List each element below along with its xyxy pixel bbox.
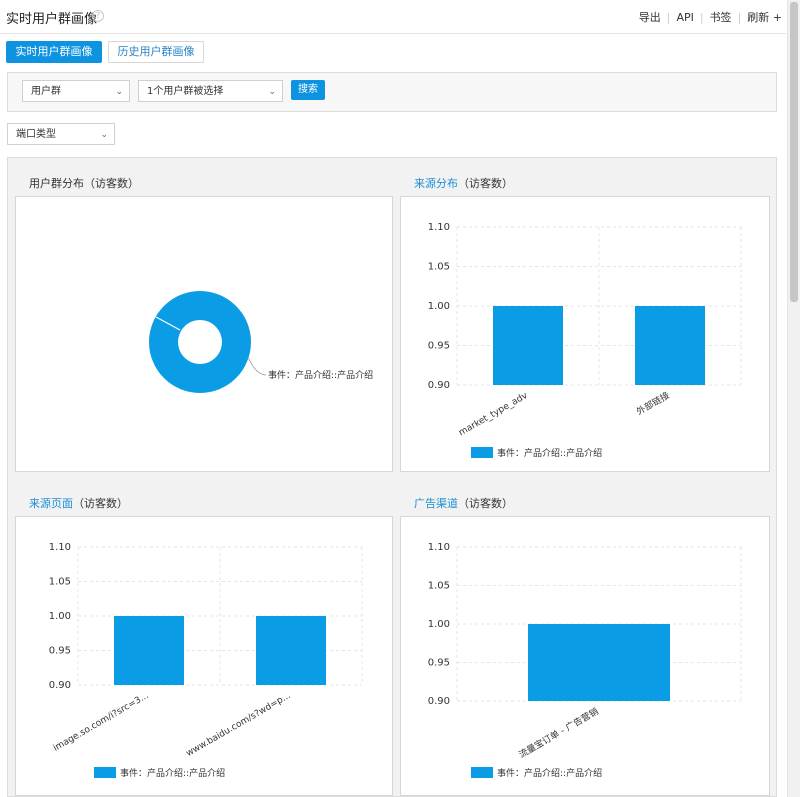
y-tick-label: 1.05 xyxy=(49,577,71,588)
distribution-title-text: 用户群分布（访客数） xyxy=(29,177,139,190)
ad-title: 广告渠道（访客数） xyxy=(414,495,513,511)
distribution-title: 用户群分布（访客数） xyxy=(29,175,139,191)
separator: | xyxy=(699,11,704,24)
x-tick-label: image.so.com/i?src=3... xyxy=(52,691,151,754)
group-select[interactable]: 用户群 ⌄ xyxy=(22,80,130,102)
y-tick-label: 1.00 xyxy=(49,611,71,622)
page-title-link[interactable]: 来源页面 xyxy=(29,497,73,510)
port-type-value: 端口类型 xyxy=(16,129,56,140)
tab-history[interactable]: 历史用户群画像 xyxy=(108,41,204,63)
y-tick-label: 1.10 xyxy=(49,542,71,553)
source-title-link[interactable]: 来源分布 xyxy=(414,177,458,190)
ad-title-rest: （访客数） xyxy=(458,497,513,510)
donut-label: 事件：产品介绍::产品介绍 xyxy=(268,369,373,381)
scrollbar[interactable] xyxy=(787,0,800,797)
search-button[interactable]: 搜索 xyxy=(291,80,325,100)
source-title-rest: （访客数） xyxy=(458,177,513,190)
source-card: 0.90 0.95 1.00 1.05 1.10 market_type_adv 外部链接事… xyxy=(400,196,770,472)
source-title: 来源分布（访客数） xyxy=(414,175,513,191)
y-tick-label: 0.95 xyxy=(428,341,450,352)
bar[interactable] xyxy=(493,306,563,385)
y-tick-label: 1.00 xyxy=(428,301,450,312)
label-leader-line xyxy=(247,356,267,376)
legend-swatch[interactable] xyxy=(94,767,116,778)
separator: | xyxy=(737,11,742,24)
ad-bar-chart: 0.90 0.95 1.00 1.05 1.10 流量宝订单 - 广告营销事件：产品介绍:… xyxy=(428,542,742,779)
refresh-link[interactable]: 刷新 xyxy=(747,11,769,24)
export-link[interactable]: 导出 xyxy=(639,11,661,24)
page-card: 0.90 0.95 1.00 1.05 1.10 image.so.com/i?src=3… xyxy=(15,516,393,796)
port-type-select[interactable]: 端口类型 ⌄ xyxy=(7,123,115,145)
help-icon[interactable]: ? xyxy=(92,10,104,22)
y-tick-label: 1.05 xyxy=(428,262,450,273)
y-tick-label: 0.90 xyxy=(49,680,71,691)
bar[interactable] xyxy=(528,624,670,701)
separator: | xyxy=(666,11,671,24)
legend-swatch[interactable] xyxy=(471,767,493,778)
legend-swatch[interactable] xyxy=(471,447,493,458)
page-bar-chart: 0.90 0.95 1.00 1.05 1.10 image.so.com/i?src=3… xyxy=(49,542,363,779)
bar[interactable] xyxy=(256,616,326,685)
bookmark-link[interactable]: 书签 xyxy=(710,11,732,24)
legend-label: 事件：产品介绍::产品介绍 xyxy=(497,447,602,459)
y-tick-label: 1.10 xyxy=(428,222,450,233)
ad-card: 0.90 0.95 1.00 1.05 1.10 流量宝订单 - 广告营销事件：产品介绍:… xyxy=(400,516,770,796)
tab-realtime[interactable]: 实时用户群画像 xyxy=(6,41,102,63)
page-title-chart: 来源页面（访客数） xyxy=(29,495,128,511)
bar[interactable] xyxy=(114,616,184,685)
page-title-rest: （访客数） xyxy=(73,497,128,510)
y-tick-label: 0.95 xyxy=(49,646,71,657)
chevron-down-icon: ⌄ xyxy=(100,130,108,140)
filter-bar: 用户群 ⌄ 1个用户群被选择 ⌄ 搜索 xyxy=(7,72,777,112)
y-tick-label: 1.05 xyxy=(428,581,450,592)
y-tick-label: 0.90 xyxy=(428,696,450,707)
donut-chart: 事件：产品介绍::产品介绍 xyxy=(149,291,373,393)
y-tick-label: 0.95 xyxy=(428,658,450,669)
y-tick-label: 0.90 xyxy=(428,380,450,391)
x-tick-label: www.baidu.com/s?wd=p... xyxy=(185,691,293,759)
charts-panel: 用户群分布（访客数） 事件：产品介绍::产品介绍 来源分布（访客数） 0.90 0… xyxy=(7,157,777,797)
x-tick-label: market_type_adv xyxy=(457,391,530,439)
selected-groups-value: 1个用户群被选择 xyxy=(147,86,224,97)
selected-groups-select[interactable]: 1个用户群被选择 ⌄ xyxy=(138,80,283,102)
source-bar-chart: 0.90 0.95 1.00 1.05 1.10 market_type_adv 外部链接事… xyxy=(428,222,742,459)
legend-label: 事件：产品介绍::产品介绍 xyxy=(120,767,225,779)
chevron-down-icon: ⌄ xyxy=(268,87,276,97)
refresh-plus-icon[interactable]: + xyxy=(773,11,782,24)
scrollbar-thumb[interactable] xyxy=(790,2,798,302)
ad-title-link[interactable]: 广告渠道 xyxy=(414,497,458,510)
chevron-down-icon: ⌄ xyxy=(115,87,123,97)
page-title: 实时用户群画像 xyxy=(6,12,98,27)
legend-label: 事件：产品介绍::产品介绍 xyxy=(497,767,602,779)
donut-ring xyxy=(149,291,251,393)
y-tick-label: 1.00 xyxy=(428,619,450,630)
x-tick-label: 流量宝订单 - 广告营销 xyxy=(517,705,601,760)
bar[interactable] xyxy=(635,306,705,385)
donut-hole xyxy=(178,320,222,364)
distribution-card: 事件：产品介绍::产品介绍 xyxy=(15,196,393,472)
group-select-value: 用户群 xyxy=(31,86,61,97)
top-bar: 实时用户群画像 ? 导出 | API | 书签 | 刷新 + xyxy=(0,0,786,34)
x-tick-label: 外部链接 xyxy=(634,389,671,417)
y-tick-label: 1.10 xyxy=(428,542,450,553)
action-links: 导出 | API | 书签 | 刷新 + xyxy=(639,9,782,25)
api-link[interactable]: API xyxy=(676,11,693,24)
